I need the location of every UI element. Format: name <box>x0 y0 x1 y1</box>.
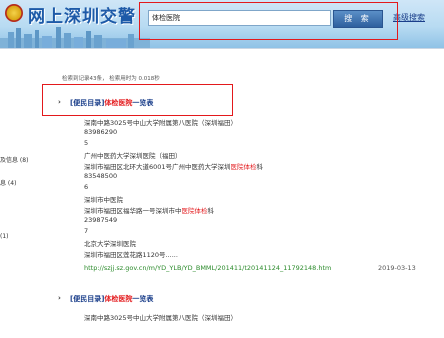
search-input[interactable]: 体检医院 <box>148 10 331 26</box>
result-url-link[interactable]: http://szjj.sz.gov.cn/m/YD_YLB/YD_BMML/2… <box>84 264 331 272</box>
result-title[interactable]: › [便民目录]体检医院一览表 <box>58 98 154 108</box>
result-title-suffix: 一览表 <box>132 295 154 303</box>
result-line: 广州中医药大学深圳医院（福田） <box>84 152 182 160</box>
site-title: 网上深圳交警 <box>28 7 136 27</box>
result-line: 北京大学深圳医院 <box>84 240 136 248</box>
advanced-search-link[interactable]: 高级搜索 <box>393 12 425 23</box>
site-header: 网上深圳交警 体检医院 搜 索 高级搜索 <box>0 0 444 48</box>
result-line: 23987549 <box>84 216 118 224</box>
result-line: 深圳市中医院 <box>84 196 123 204</box>
result-line: 83986290 <box>84 128 118 136</box>
result-line: 7 <box>84 227 89 235</box>
search-button[interactable]: 搜 索 <box>333 10 383 28</box>
result-line: 5 <box>84 139 89 147</box>
sidebar-item-3[interactable]: (1) <box>0 233 9 240</box>
result-line: 深圳市福田区福华路一号深圳市中医院体检科 <box>84 207 214 215</box>
result-line: 83548500 <box>84 172 118 180</box>
result-line: 深南中路3025号中山大学附属第八医院（深圳福田） <box>84 314 238 322</box>
search-stats: 检索到记录43条， 检索用时为 0.018秒 <box>62 76 160 82</box>
header-divider <box>0 48 444 49</box>
result-line: 6 <box>84 183 89 191</box>
result-title-highlight: 体检医院 <box>104 295 133 303</box>
police-emblem-icon <box>5 4 23 22</box>
sidebar-item-2[interactable]: 息 (4) <box>0 178 16 187</box>
sidebar-item-1[interactable]: 及信息 (8) <box>0 155 28 164</box>
result-date: 2019-03-13 <box>378 264 416 272</box>
result-title-prefix: [便民目录] <box>70 295 105 303</box>
result-line: 深南中路3025号中山大学附属第八医院（深圳福田） <box>84 119 238 127</box>
result-title-suffix: 一览表 <box>132 99 154 107</box>
city-skyline-graphic <box>0 27 150 48</box>
result-title[interactable]: › [便民目录]体检医院一览表 <box>58 294 154 304</box>
bullet-icon: › <box>58 294 61 302</box>
result-line: 深圳市福田区北环大道6001号广州中医药大学深圳医院体检科 <box>84 163 264 171</box>
bullet-icon: › <box>58 98 61 106</box>
result-line: 深圳市福田区莲花路1120号...... <box>84 251 178 259</box>
result-title-prefix: [便民目录] <box>70 99 105 107</box>
result-title-highlight: 体检医院 <box>104 99 133 107</box>
